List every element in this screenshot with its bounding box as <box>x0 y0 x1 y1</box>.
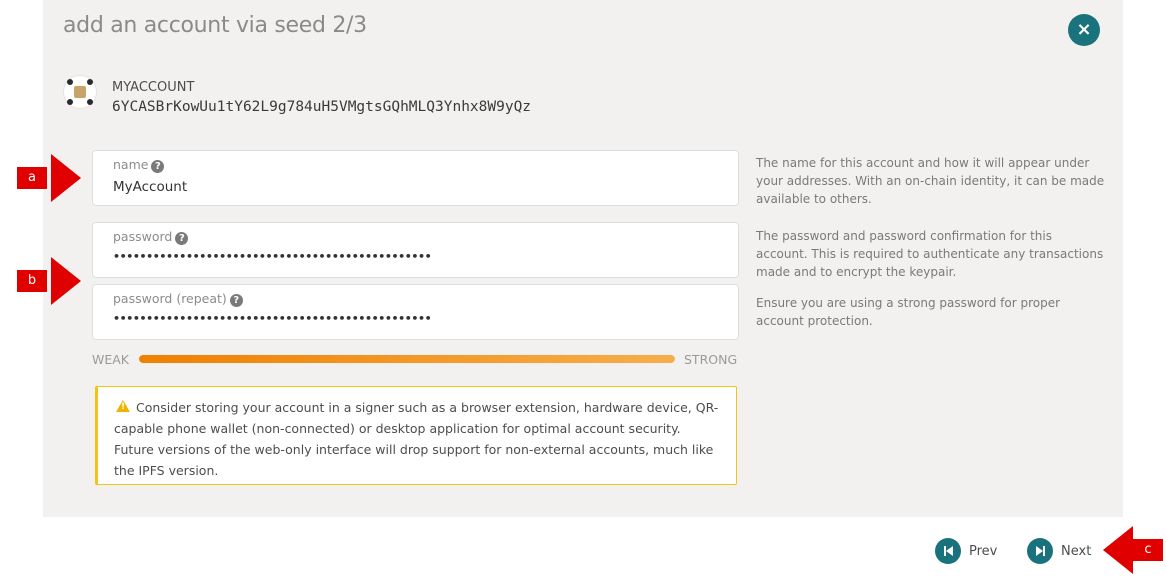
password-field[interactable]: password? ••••••••••••••••••••••••••••••… <box>92 222 739 278</box>
prev-label: Prev <box>969 543 998 559</box>
password-help-text: The password and password confirmation f… <box>756 229 1104 279</box>
callout-arrow-a <box>51 154 81 202</box>
password-input[interactable]: ••••••••••••••••••••••••••••••••••••••••… <box>113 250 432 263</box>
password-repeat-field[interactable]: password (repeat)? •••••••••••••••••••••… <box>92 284 739 340</box>
warning-box: ! Consider storing your account in a sig… <box>95 386 737 485</box>
next-label: Next <box>1061 543 1092 559</box>
callout-label-a: a <box>17 167 47 189</box>
skip-forward-icon <box>1027 538 1053 564</box>
skip-back-icon <box>935 538 961 564</box>
strength-strong-label: STRONG <box>684 352 738 367</box>
modal-title: add an account via seed 2/3 <box>63 13 367 38</box>
callout-label-b: b <box>17 270 47 292</box>
password-strength-bar <box>139 355 675 363</box>
name-help-text: The name for this account and how it wil… <box>756 156 1105 206</box>
help-icon[interactable]: ? <box>151 160 165 173</box>
prev-button[interactable]: Prev <box>935 538 997 564</box>
next-button[interactable]: Next <box>1027 538 1091 564</box>
account-address: 6YCASBrKowUu1tY62L9g784uH5VMgtsGQhMLQ3Yn… <box>112 99 532 115</box>
callout-arrow-b <box>51 257 81 305</box>
strength-weak-label: WEAK <box>92 352 130 367</box>
warning-text: Consider storing your account in a signe… <box>114 400 719 478</box>
name-input[interactable]: MyAccount <box>113 179 187 195</box>
password-strength-fill <box>139 355 675 363</box>
password-repeat-field-label: password (repeat)? <box>113 291 243 307</box>
account-avatar <box>63 75 97 109</box>
password-field-label: password? <box>113 229 189 245</box>
password-repeat-input[interactable]: ••••••••••••••••••••••••••••••••••••••••… <box>113 312 432 325</box>
close-icon: × <box>1076 19 1092 40</box>
close-button[interactable]: × <box>1068 14 1100 46</box>
account-name: MYACCOUNT <box>112 80 195 95</box>
modal: add an account via seed 2/3 × MYACCOUNT … <box>43 0 1123 517</box>
help-icon[interactable]: ? <box>175 232 189 245</box>
name-field[interactable]: name? MyAccount <box>92 150 739 206</box>
help-icon[interactable]: ? <box>229 294 243 307</box>
callout-label-c: c <box>1133 539 1163 561</box>
name-field-label: name? <box>113 157 165 173</box>
password-repeat-help-text: Ensure you are using a strong password f… <box>756 296 1061 328</box>
callout-arrow-c <box>1103 526 1133 574</box>
